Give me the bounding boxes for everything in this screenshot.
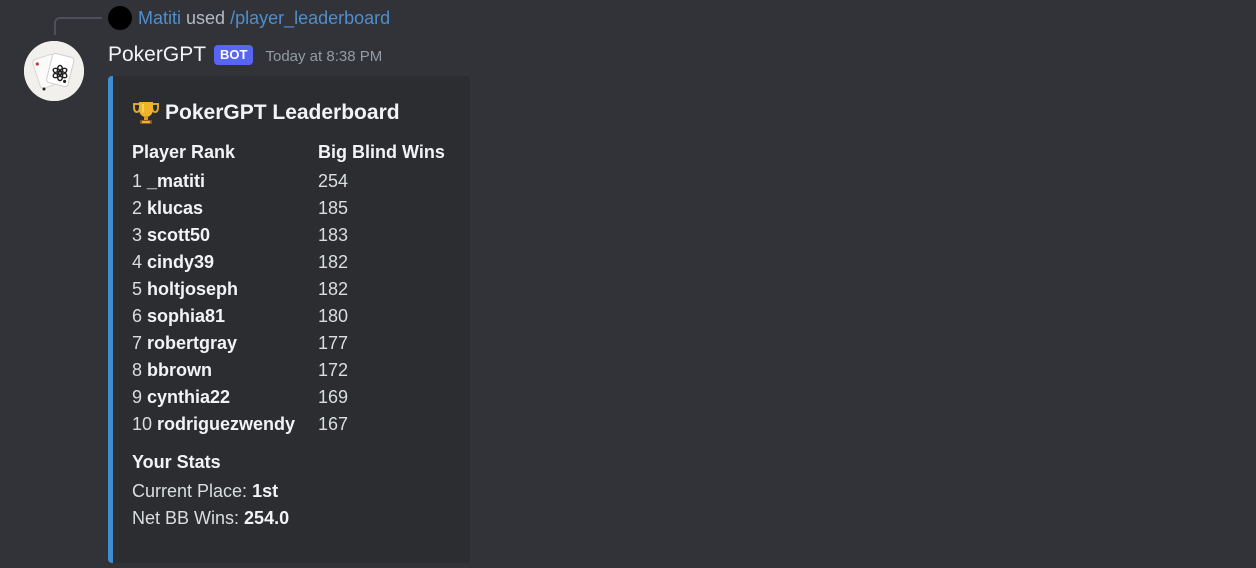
rank-number: 8 [132, 360, 143, 380]
message-timestamp: Today at 8:38 PM [265, 48, 383, 65]
current-place-row: Current Place: 1st [132, 478, 470, 505]
rank-number: 10 [132, 414, 153, 434]
reply-command[interactable]: /player_leaderboard [230, 8, 390, 29]
player-name: holtjoseph [147, 279, 239, 299]
bot-message: Matiti used /player_leaderboard PokerGPT… [0, 0, 1256, 568]
rank-column-header: Player Rank [132, 142, 236, 162]
reply-username[interactable]: Matiti [138, 8, 181, 29]
player-name: bbrown [147, 360, 213, 380]
leaderboard-fields: Player Rank 1 _matiti 2 klucas 3 scott50… [132, 140, 470, 438]
playing-cards-logo-icon [24, 41, 84, 101]
leaderboard-row: 1 _matiti [132, 168, 318, 195]
reply-spine [54, 17, 102, 35]
wins-column: Big Blind Wins 254 185 183 182 182 180 1… [318, 140, 445, 438]
player-name: scott50 [147, 225, 211, 245]
rank-number: 3 [132, 225, 143, 245]
wins-value: 167 [318, 414, 349, 434]
leaderboard-row: 6 sophia81 [132, 303, 318, 330]
embed-title: PokerGPT Leaderboard [132, 98, 470, 128]
wins-value: 182 [318, 279, 349, 299]
wins-value: 177 [318, 333, 349, 353]
wins-value: 169 [318, 387, 349, 407]
author-name[interactable]: PokerGPT [108, 43, 206, 67]
net-bb-wins-row: Net BB Wins: 254.0 [132, 505, 470, 532]
player-name: rodriguezwendy [157, 414, 296, 434]
rank-number: 4 [132, 252, 143, 272]
rank-number: 2 [132, 198, 143, 218]
message-header: PokerGPT BOT Today at 8:38 PM [108, 41, 382, 69]
wins-column-header: Big Blind Wins [318, 142, 445, 162]
player-name: cynthia22 [147, 387, 231, 407]
player-name: robertgray [147, 333, 238, 353]
bot-avatar[interactable] [24, 41, 84, 101]
reply-verb: used [186, 7, 226, 28]
wins-value: 180 [318, 306, 349, 326]
wins-value: 182 [318, 252, 349, 272]
leaderboard-row: 7 robertgray [132, 330, 318, 357]
rank-number: 5 [132, 279, 143, 299]
bot-badge: BOT [214, 45, 254, 65]
leaderboard-embed: PokerGPT Leaderboard Player Rank 1 _mati… [108, 76, 470, 563]
leaderboard-row: 4 cindy39 [132, 249, 318, 276]
wins-value: 183 [318, 225, 349, 245]
rank-number: 6 [132, 306, 143, 326]
your-stats-title: Your Stats [132, 452, 221, 472]
net-bb-wins-label: Net BB Wins: [132, 508, 240, 528]
leaderboard-row: 9 cynthia22 [132, 384, 318, 411]
reply-user-avatar[interactable] [108, 6, 132, 30]
current-place-value: 1st [252, 481, 279, 501]
leaderboard-row: 10 rodriguezwendy [132, 411, 318, 438]
player-name: sophia81 [147, 306, 226, 326]
leaderboard-row: 3 scott50 [132, 222, 318, 249]
rank-column: Player Rank 1 _matiti 2 klucas 3 scott50… [132, 140, 318, 438]
player-name: _matiti [147, 171, 206, 191]
reply-context[interactable]: Matiti used /player_leaderboard [108, 6, 390, 30]
leaderboard-row: 8 bbrown [132, 357, 318, 384]
net-bb-wins-value: 254.0 [244, 508, 290, 528]
current-place-label: Current Place: [132, 481, 248, 501]
wins-value: 254 [318, 171, 349, 191]
wins-value: 185 [318, 198, 349, 218]
player-name: cindy39 [147, 252, 215, 272]
leaderboard-row: 2 klucas [132, 195, 318, 222]
rank-number: 9 [132, 387, 143, 407]
rank-number: 1 [132, 171, 143, 191]
wins-value: 172 [318, 360, 349, 380]
player-name: klucas [147, 198, 204, 218]
trophy-icon [133, 102, 159, 124]
embed-title-text: PokerGPT Leaderboard [165, 101, 400, 124]
rank-number: 7 [132, 333, 143, 353]
leaderboard-row: 5 holtjoseph [132, 276, 318, 303]
